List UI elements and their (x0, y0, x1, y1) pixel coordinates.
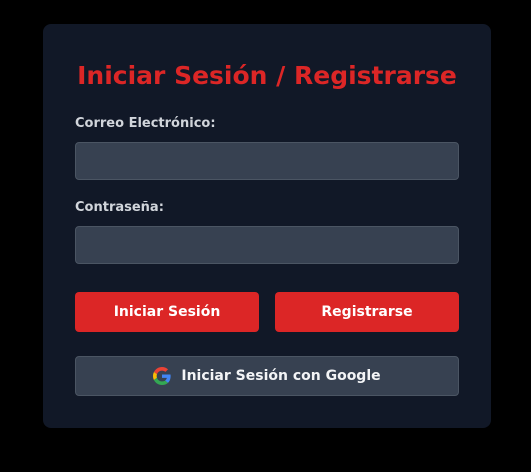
email-label: Correo Electrónico: (75, 116, 216, 131)
google-login-button[interactable]: Iniciar Sesión con Google (75, 356, 459, 396)
password-label: Contraseña: (75, 200, 164, 215)
register-button[interactable]: Registrarse (275, 292, 459, 332)
password-field[interactable] (75, 226, 459, 264)
auth-card: Iniciar Sesión / Registrarse Correo Elec… (43, 24, 491, 428)
page-title: Iniciar Sesión / Registrarse (77, 61, 457, 90)
google-button-label: Iniciar Sesión con Google (181, 368, 381, 384)
google-icon (153, 367, 171, 385)
login-button[interactable]: Iniciar Sesión (75, 292, 259, 332)
email-field[interactable] (75, 142, 459, 180)
action-buttons: Iniciar Sesión Registrarse (75, 292, 459, 332)
